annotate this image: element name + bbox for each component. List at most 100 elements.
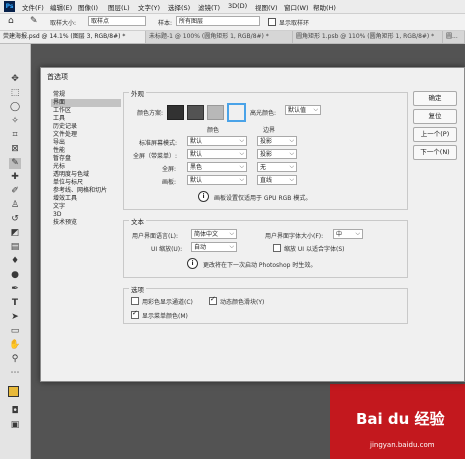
tab-document-3[interactable]: 圆角矩形 1.psb @ 110% (圆角矩形 1, RGB/8#) * — [293, 31, 443, 43]
ui-language-select[interactable]: 简体中文 — [191, 229, 237, 239]
channels-in-color-checkbox[interactable] — [131, 297, 139, 305]
menu-colors-label: 显示菜单颜色(M) — [142, 313, 188, 320]
crop-tool-icon[interactable]: ⌗ — [9, 130, 21, 141]
full-screen-menus-color-select[interactable]: 默认 — [187, 149, 247, 159]
sample-size-label: 取样大小: — [50, 20, 77, 27]
photoshop-logo: Ps — [4, 1, 15, 12]
menu-filter[interactable]: 滤镜(T) — [198, 2, 220, 12]
tab-document-4[interactable]: 圆... — [443, 31, 465, 43]
prev-button[interactable]: 上一个(P) — [413, 127, 457, 142]
magic-wand-tool-icon[interactable]: ✧ — [9, 116, 21, 127]
color-scheme-label: 颜色方案: — [137, 110, 164, 117]
reset-button[interactable]: 复位 — [413, 109, 457, 124]
ui-font-size-label: 用户界面字体大小(F): — [265, 233, 324, 240]
menu-view[interactable]: 视图(V) — [255, 2, 278, 12]
category-units-rulers[interactable]: 单位与标尺 — [51, 179, 121, 187]
blur-tool-icon[interactable]: ♦ — [9, 256, 21, 267]
screen-mode-icon[interactable]: ▣ — [9, 420, 21, 431]
full-screen-border-select[interactable]: 无 — [257, 162, 297, 172]
pen-tool-icon[interactable]: ✒ — [9, 284, 21, 295]
ui-scaling-select[interactable]: 自动 — [191, 242, 237, 252]
category-tech-preview[interactable]: 技术预览 — [51, 219, 121, 227]
dynamic-sliders-label: 动态颜色滑块(Y) — [220, 299, 265, 306]
artboard-label: 画板: — [162, 179, 177, 186]
category-interface[interactable]: 界面 — [51, 99, 121, 107]
move-tool-icon[interactable]: ✥ — [9, 74, 21, 85]
dynamic-sliders-checkbox[interactable] — [209, 295, 217, 305]
gradient-tool-icon[interactable]: ▤ — [9, 242, 21, 253]
category-type[interactable]: 文字 — [51, 203, 121, 211]
healing-brush-tool-icon[interactable]: ✚ — [9, 172, 21, 183]
category-tools[interactable]: 工具 — [51, 115, 121, 123]
menu-help[interactable]: 帮助(H) — [313, 2, 336, 12]
category-cursors[interactable]: 光标 — [51, 163, 121, 171]
menu-select[interactable]: 选择(S) — [168, 2, 190, 12]
category-3d[interactable]: 3D — [51, 211, 121, 219]
menu-layer[interactable]: 图层(L) — [108, 2, 130, 12]
sample-label: 样本: — [158, 20, 173, 27]
more-tools-icon[interactable]: ⋯ — [9, 368, 21, 379]
channels-in-color-label: 用彩色显示通道(C) — [142, 299, 193, 306]
eraser-tool-icon[interactable]: ◩ — [9, 228, 21, 239]
category-performance[interactable]: 性能 — [51, 147, 121, 155]
artboard-border-select[interactable]: 直线 — [257, 175, 297, 185]
menu-colors-checkbox[interactable] — [131, 309, 139, 319]
hand-tool-icon[interactable]: ✋ — [9, 340, 21, 351]
ui-language-label: 用户界面语言(L): — [132, 233, 179, 240]
category-guides-grid[interactable]: 参考线、网格和切片 — [51, 187, 121, 195]
category-history[interactable]: 历史记录 — [51, 123, 121, 131]
lasso-tool-icon[interactable]: ◯ — [9, 102, 21, 113]
marquee-tool-icon[interactable]: ⬚ — [9, 88, 21, 99]
next-button[interactable]: 下一个(N) — [413, 145, 457, 160]
foreground-color-swatch[interactable] — [8, 386, 19, 397]
border-column-header: 边界 — [263, 127, 276, 134]
artboard-color-select[interactable]: 默认 — [187, 175, 247, 185]
tab-document-2[interactable]: 未标题-1 @ 100% (圆角矩形 1, RGB/8#) * — [146, 31, 293, 43]
color-scheme-darkest[interactable] — [167, 105, 184, 120]
quick-mask-icon[interactable]: ◘ — [9, 406, 21, 417]
sample-size-select[interactable]: 取样点 — [88, 16, 146, 26]
sample-select[interactable]: 所有图层 — [176, 16, 260, 26]
dodge-tool-icon[interactable]: ● — [9, 270, 21, 281]
category-scratch-disks[interactable]: 暂存盘 — [51, 155, 121, 163]
category-workspace[interactable]: 工作区 — [51, 107, 121, 115]
scale-ui-to-font-checkbox[interactable] — [273, 244, 281, 252]
ok-button[interactable]: 确定 — [413, 91, 457, 106]
ui-font-size-select[interactable]: 中 — [333, 229, 363, 239]
menu-edit[interactable]: 编辑(E) — [50, 2, 72, 12]
rectangle-tool-icon[interactable]: ▭ — [9, 326, 21, 337]
tab-document-1[interactable]: 荧建海报.psd @ 14.1% (图层 3, RGB/8#) * — [0, 31, 146, 43]
menu-file[interactable]: 文件(F) — [22, 2, 44, 12]
frame-tool-icon[interactable]: ⊠ — [9, 144, 21, 155]
color-scheme-light[interactable] — [207, 105, 224, 120]
menu-image[interactable]: 图像(I) — [78, 2, 98, 12]
eyedropper-tool-icon[interactable]: ✎ — [9, 158, 21, 169]
menu-window[interactable]: 窗口(W) — [284, 2, 309, 12]
category-plugins[interactable]: 增效工具 — [51, 195, 121, 203]
full-screen-color-select[interactable]: 黑色 — [187, 162, 247, 172]
highlight-color-select[interactable]: 默认值 — [285, 105, 321, 115]
color-scheme-dark[interactable] — [187, 105, 204, 120]
eyedropper-icon[interactable]: ✎ — [30, 16, 38, 26]
category-transparency[interactable]: 透明度与色域 — [51, 171, 121, 179]
show-ring-label: 显示取样环 — [279, 20, 310, 27]
brush-tool-icon[interactable]: ✐ — [9, 186, 21, 197]
menu-type[interactable]: 文字(Y) — [138, 2, 160, 12]
type-tool-icon[interactable]: T — [9, 298, 21, 309]
path-selection-tool-icon[interactable]: ➤ — [9, 312, 21, 323]
category-export[interactable]: 导出 — [51, 139, 121, 147]
zoom-tool-icon[interactable]: ⚲ — [9, 354, 21, 365]
document-tabs: 荧建海报.psd @ 14.1% (图层 3, RGB/8#) * 未标题-1 … — [0, 31, 465, 44]
show-ring-checkbox[interactable] — [268, 18, 276, 26]
category-general[interactable]: 常规 — [51, 91, 121, 99]
category-file-handling[interactable]: 文件处理 — [51, 131, 121, 139]
standard-screen-border-select[interactable]: 投影 — [257, 136, 297, 146]
appearance-title: 外观 — [129, 88, 146, 98]
menu-3d[interactable]: 3D(D) — [228, 2, 247, 10]
clone-stamp-tool-icon[interactable]: ♙ — [9, 200, 21, 211]
home-icon[interactable]: ⌂ — [8, 16, 14, 26]
full-screen-menus-border-select[interactable]: 投影 — [257, 149, 297, 159]
color-scheme-lightest[interactable] — [227, 103, 246, 122]
history-brush-tool-icon[interactable]: ↺ — [9, 214, 21, 225]
standard-screen-color-select[interactable]: 默认 — [187, 136, 247, 146]
